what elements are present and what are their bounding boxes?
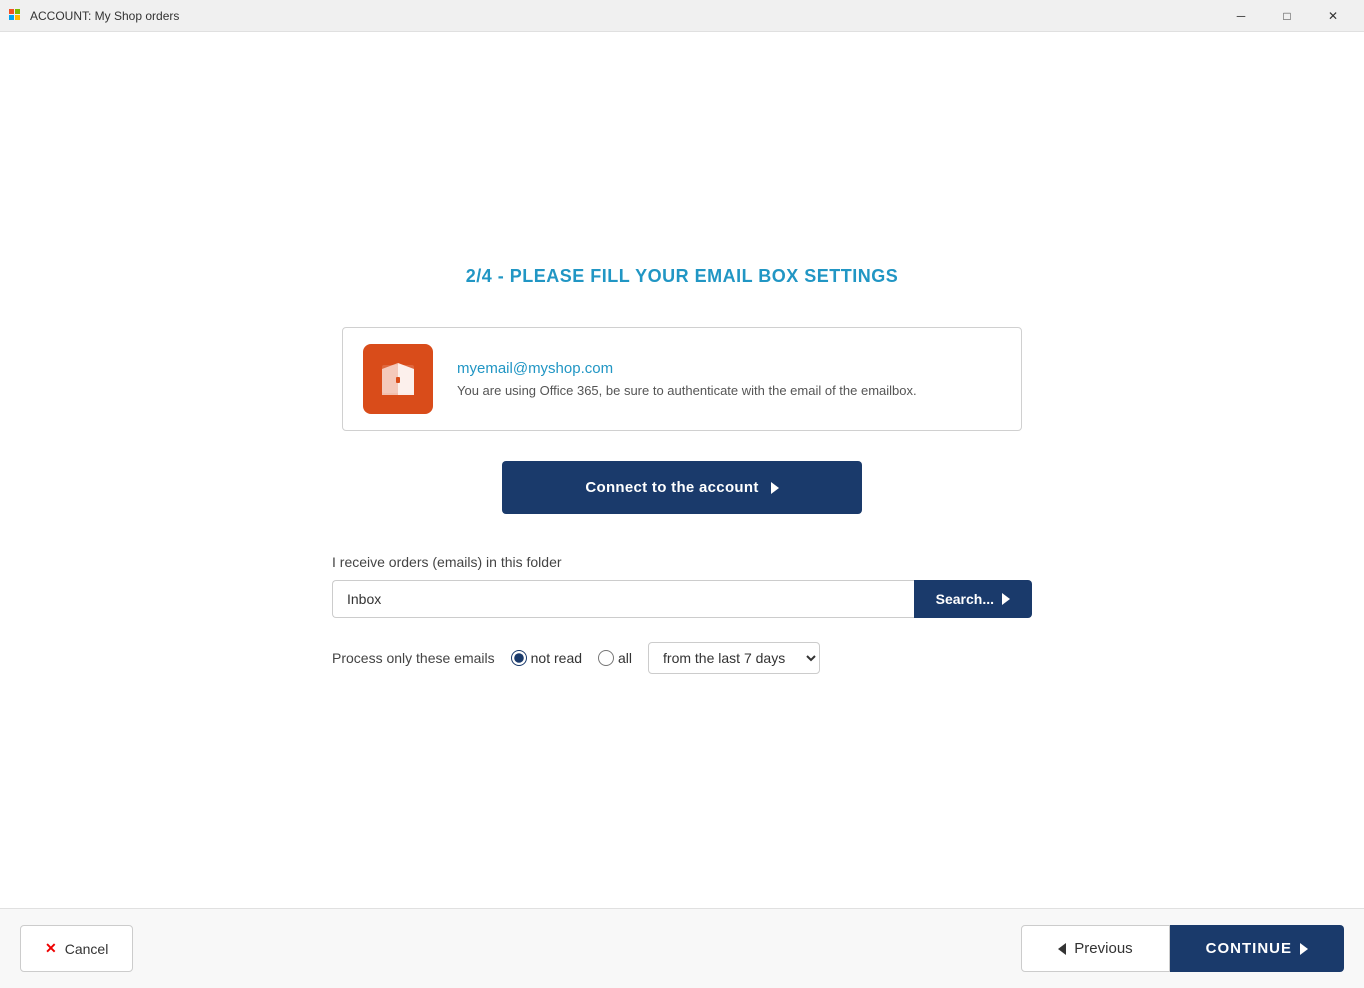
search-chevron-icon	[1002, 593, 1010, 605]
all-radio[interactable]	[598, 650, 614, 666]
bottom-bar: ✕ Cancel Previous CONTINUE	[0, 908, 1364, 988]
continue-button[interactable]: CONTINUE	[1170, 925, 1344, 972]
not-read-radio[interactable]	[511, 650, 527, 666]
arrow-left-icon	[1058, 943, 1066, 955]
all-radio-group[interactable]: all	[598, 650, 632, 666]
previous-button[interactable]: Previous	[1021, 925, 1169, 972]
account-info: myemail@myshop.com You are using Office …	[457, 360, 917, 398]
filter-row: Process only these emails not read all f…	[332, 642, 1032, 674]
all-label: all	[618, 650, 632, 666]
close-button[interactable]: ✕	[1310, 0, 1356, 32]
days-dropdown[interactable]: from the last 7 daysfrom the last 14 day…	[648, 642, 820, 674]
account-email: myemail@myshop.com	[457, 360, 917, 377]
main-content: 2/4 - PLEASE FILL YOUR EMAIL BOX SETTING…	[0, 32, 1364, 908]
title-bar: ACCOUNT: My Shop orders ─ □ ✕	[0, 0, 1364, 32]
search-button[interactable]: Search...	[914, 580, 1032, 618]
maximize-button[interactable]: □	[1264, 0, 1310, 32]
not-read-label: not read	[531, 650, 582, 666]
navigation-buttons: Previous CONTINUE	[1021, 925, 1344, 972]
folder-input[interactable]	[332, 580, 914, 618]
folder-label: I receive orders (emails) in this folder	[332, 554, 1032, 570]
cancel-button[interactable]: ✕ Cancel	[20, 925, 133, 972]
filter-label: Process only these emails	[332, 650, 495, 666]
arrow-right-icon	[1300, 943, 1308, 955]
office365-icon	[363, 344, 433, 414]
account-card: myemail@myshop.com You are using Office …	[342, 327, 1022, 431]
step-title: 2/4 - PLEASE FILL YOUR EMAIL BOX SETTING…	[466, 266, 899, 287]
chevron-right-icon	[771, 482, 779, 494]
window-title: ACCOUNT: My Shop orders	[30, 9, 1218, 23]
app-icon	[8, 8, 24, 24]
window-controls: ─ □ ✕	[1218, 0, 1356, 32]
folder-input-row: Search...	[332, 580, 1032, 618]
connect-account-button[interactable]: Connect to the account	[502, 461, 862, 514]
minimize-button[interactable]: ─	[1218, 0, 1264, 32]
cancel-x-icon: ✕	[45, 940, 57, 957]
folder-section: I receive orders (emails) in this folder…	[332, 554, 1032, 674]
not-read-radio-group[interactable]: not read	[511, 650, 582, 666]
account-description: You are using Office 365, be sure to aut…	[457, 383, 917, 398]
